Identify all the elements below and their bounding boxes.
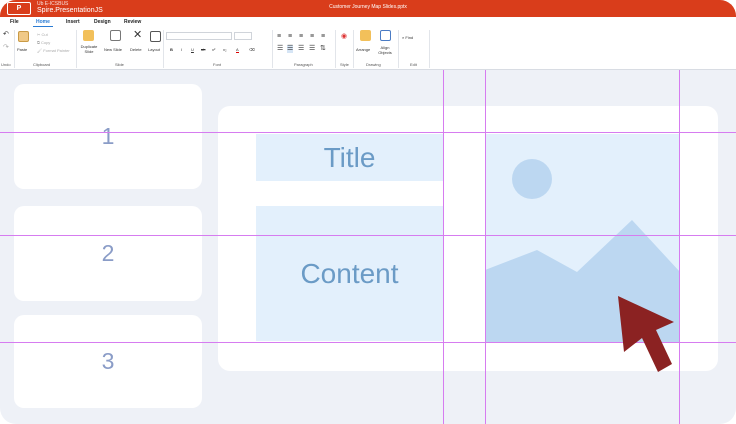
menu-insert[interactable]: Insert [66,18,80,26]
underline-button[interactable]: U [191,47,194,52]
italic-button[interactable]: I [181,47,182,52]
clipboard-group-label: Clipboard [33,62,51,67]
new-slide-button[interactable]: New Slide [104,47,122,52]
copy-button[interactable]: ⧉ Copy [37,40,50,45]
mouse-pointer-icon [618,296,674,372]
clear-format-button[interactable]: ⌫ [249,47,255,52]
slide-thumbnail-1[interactable]: 1 [14,84,202,189]
shape-style-icon[interactable]: ◉ [341,33,347,41]
align-center-icon[interactable]: ☰ [287,45,294,53]
paste-button[interactable]: Paste [17,47,27,52]
decrease-indent-icon[interactable]: ≡ [299,33,303,41]
delete-icon[interactable]: ✕ [133,30,142,41]
style-group-label: Style [340,62,349,67]
arrange-button[interactable]: Arrange [356,47,370,52]
edit-group-label: Edit [410,62,417,67]
align-left-icon[interactable]: ☰ [277,45,283,53]
title-placeholder[interactable]: Title [256,134,443,181]
font-size-select[interactable] [234,32,252,40]
slide-thumbnail-3[interactable]: 3 [14,315,202,408]
increase-indent-icon[interactable]: ≡ [310,33,314,41]
strikethrough-button[interactable]: ab [201,47,205,52]
undo-group-label: Undo [1,62,11,67]
guide-line-horizontal[interactable] [0,132,736,133]
ribbon-toolbar: ↶ ↷ Undo Paste ✂ Cut ⧉ Copy 🖌 Format Pai… [0,27,736,70]
menu-file[interactable]: File [10,18,19,26]
copy-label: Copy [40,40,51,45]
slide-thumbnail-2[interactable]: 2 [14,206,202,301]
format-painter-label: Format Painter [43,48,70,53]
find-label: Find [405,35,414,40]
title-bar: P Ub E-ICSBUS Spire.PresentationJS Custo… [0,0,736,17]
drawing-group-label: Drawing [366,62,381,67]
arrange-icon[interactable] [360,30,371,41]
numbered-list-icon[interactable]: ≡ [288,33,292,41]
align-objects-button[interactable]: Align Objects [376,45,394,55]
cut-label: Cut [41,32,48,37]
slide-group-label: Slide [115,62,124,67]
menu-home[interactable]: Home [33,18,53,27]
paste-icon[interactable] [18,31,29,42]
font-color-button[interactable]: A [236,47,239,53]
delete-button[interactable]: Delete [130,47,142,52]
content-placeholder[interactable]: Content [256,206,443,341]
superscript-button[interactable]: x² [212,47,215,52]
app-window: P Ub E-ICSBUS Spire.PresentationJS Custo… [0,0,736,424]
bold-button[interactable]: B [170,47,173,52]
font-group-label: Font [213,62,222,67]
layout-button[interactable]: Layout [148,47,160,52]
redo-icon[interactable]: ↷ [3,44,9,52]
align-objects-icon[interactable] [380,30,391,41]
undo-icon[interactable]: ↶ [3,31,9,39]
layout-icon[interactable] [150,31,161,42]
new-slide-icon[interactable] [110,30,121,41]
menu-review[interactable]: Review [124,18,141,26]
guide-line-vertical[interactable] [443,70,444,424]
guide-line-vertical[interactable] [485,70,486,424]
subscript-button[interactable]: x₂ [223,47,227,52]
text-direction-icon[interactable]: ⇅ [320,45,326,53]
menu-design[interactable]: Design [94,18,111,26]
align-right-icon[interactable]: ☰ [298,45,304,53]
find-button[interactable]: ⌕ Find [402,35,413,40]
duplicate-slide-icon[interactable] [83,30,94,41]
document-title: Customer Journey Map Slides.pptx [329,4,407,10]
paragraph-group-label: Paragraph [294,62,313,67]
font-family-select[interactable] [166,32,232,40]
duplicate-slide-button[interactable]: Duplicate Slide [78,44,100,54]
menu-bar: File Home Insert Design Review [0,17,736,27]
format-painter-button[interactable]: 🖌 Format Painter [37,48,70,53]
line-spacing-icon[interactable]: ≡ [321,33,325,41]
bullet-list-icon[interactable]: ≡ [277,33,281,41]
justify-icon[interactable]: ☰ [309,45,315,53]
cut-button[interactable]: ✂ Cut [37,32,48,37]
guide-line-horizontal[interactable] [0,235,736,236]
